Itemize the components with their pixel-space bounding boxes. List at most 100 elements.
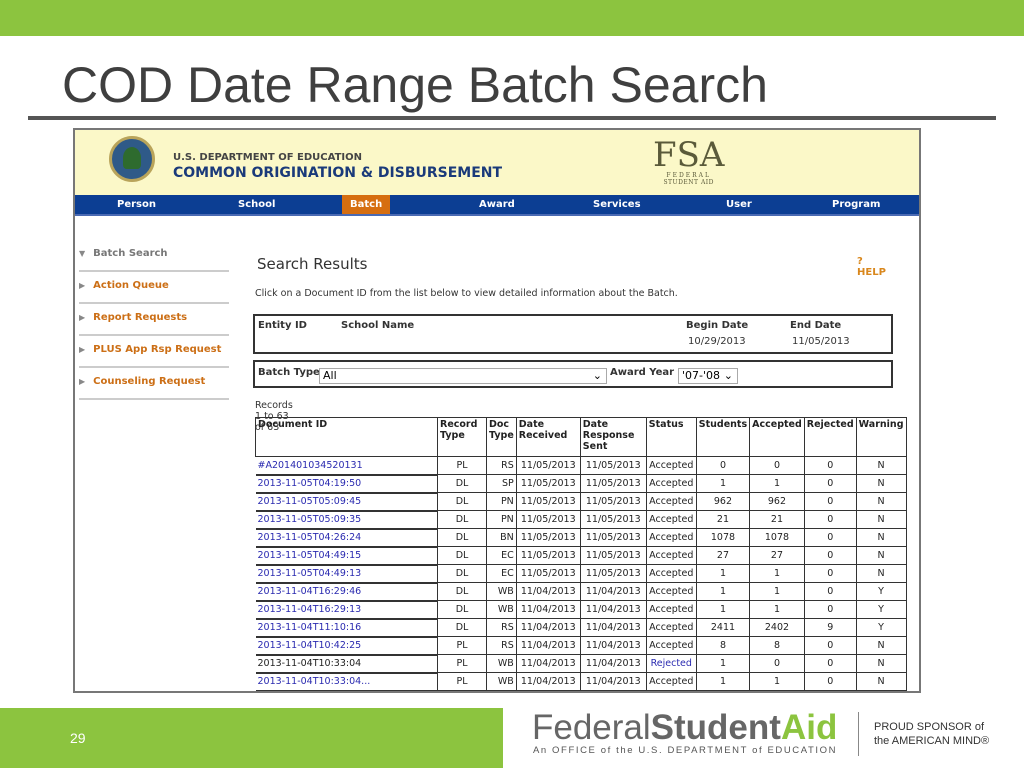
- document-id-link[interactable]: 2013-11-04T10:33:04...: [255, 672, 438, 691]
- table-cell: 0: [803, 564, 857, 583]
- document-id-link[interactable]: #A201401034520131: [255, 456, 438, 476]
- table-cell: RS: [486, 636, 517, 655]
- table-cell: 11/04/2013: [579, 636, 647, 655]
- table-cell: 11/05/2013: [515, 492, 581, 511]
- triangle-right-icon: ▶: [79, 377, 86, 386]
- document-id-link[interactable]: 2013-11-04T16:29:46: [255, 582, 438, 602]
- document-id-link[interactable]: 2013-11-05T04:49:13: [255, 564, 438, 584]
- column-header: Warning: [855, 417, 907, 457]
- table-row: 2013-11-04T10:42:25 PL RS 11/04/2013 11/04/2…: [255, 636, 907, 656]
- table-row: #A201401034520131 PL RS 11/05/2013 11/05/201…: [255, 456, 907, 476]
- document-id-link[interactable]: 2013-11-05T04:49:15: [255, 546, 438, 566]
- nav-services[interactable]: Services: [593, 199, 641, 210]
- table-cell: DL: [437, 600, 487, 619]
- table-cell: 1: [749, 474, 805, 493]
- begin-date-label: Begin Date: [686, 320, 749, 331]
- table-row: 2013-11-05T05:09:35 DL PN 11/05/2013 11/05/2…: [255, 510, 907, 530]
- table-row: 2013-11-04T10:33:04 PL WB 11/04/2013 11/04/2…: [255, 654, 907, 674]
- office-tagline: An OFFICE of the U.S. DEPARTMENT of EDUC…: [533, 745, 838, 756]
- sidebar-item[interactable]: ▼ Batch Search: [79, 240, 229, 272]
- table-cell: N: [855, 564, 907, 583]
- department-name: U.S. DEPARTMENT OF EDUCATION: [173, 152, 362, 163]
- table-row: 2013-11-05T04:19:50 DL SP 11/05/2013 11/05/2…: [255, 474, 907, 494]
- batch-type-select[interactable]: All ⌄: [319, 368, 607, 384]
- table-cell: DL: [437, 582, 487, 601]
- table-cell: 11/05/2013: [515, 564, 581, 583]
- nav-program[interactable]: Program: [832, 199, 880, 210]
- triangle-right-icon: ▶: [79, 345, 86, 354]
- sidebar: ▼ Batch Search ▶ Action Queue ▶ Report Reques…: [79, 240, 229, 400]
- document-id-link[interactable]: 2013-11-05T05:09:45: [255, 492, 438, 512]
- nav-award[interactable]: Award: [479, 199, 515, 210]
- end-date-label: End Date: [790, 320, 842, 331]
- table-cell: 11/04/2013: [579, 654, 647, 673]
- table-cell: DL: [437, 510, 487, 529]
- table-cell: 11/04/2013: [515, 600, 581, 619]
- column-header: Doc Type: [486, 417, 517, 457]
- award-year-select[interactable]: '07-'08 ⌄: [678, 368, 738, 384]
- sidebar-item[interactable]: ▶ Report Requests: [79, 304, 229, 336]
- table-cell: N: [855, 528, 907, 547]
- sidebar-item[interactable]: ▶ Action Queue: [79, 272, 229, 304]
- table-cell: EC: [486, 564, 517, 583]
- sidebar-item[interactable]: ▶ Counseling Request: [79, 368, 229, 400]
- table-cell: 11/05/2013: [579, 492, 647, 511]
- chevron-down-icon: ⌄: [723, 369, 733, 382]
- document-id-link[interactable]: 2013-11-05T04:19:50: [255, 474, 438, 494]
- column-header: Date Response Sent: [579, 417, 647, 457]
- column-header: Document ID: [255, 417, 438, 457]
- table-cell: 0: [803, 510, 857, 529]
- table-cell: WB: [486, 672, 517, 691]
- table-cell: N: [855, 672, 907, 691]
- table-cell: 1: [695, 654, 751, 673]
- table-cell: 11/04/2013: [515, 582, 581, 601]
- table-cell: N: [855, 546, 907, 565]
- top-accent-bar: [0, 0, 1024, 36]
- document-id-link[interactable]: 2013-11-05T05:09:35: [255, 510, 438, 530]
- nav-batch[interactable]: Batch: [342, 195, 391, 214]
- table-cell: DL: [437, 528, 487, 547]
- document-id-link[interactable]: 2013-11-04T11:10:16: [255, 618, 438, 638]
- sidebar-item[interactable]: ▶ PLUS App Rsp Request: [79, 336, 229, 368]
- help-icon: ?: [857, 256, 863, 267]
- table-cell: 9: [803, 618, 857, 637]
- table-cell: 0: [803, 600, 857, 619]
- nav-user[interactable]: User: [726, 199, 752, 210]
- status-link[interactable]: Rejected: [645, 654, 697, 673]
- page-number: 29: [70, 730, 86, 746]
- table-cell: DL: [437, 546, 487, 565]
- table-row: 2013-11-04T10:33:04... PL WB 11/04/2013 11/0…: [255, 672, 907, 691]
- table-cell: Y: [855, 582, 907, 601]
- table-cell: DL: [437, 618, 487, 637]
- column-header: Date Received: [515, 417, 581, 457]
- table-cell: 11/05/2013: [579, 564, 647, 583]
- table-cell: Accepted: [645, 528, 697, 547]
- table-cell: 1: [749, 672, 805, 691]
- table-cell: 11/05/2013: [515, 456, 581, 475]
- table-cell: 27: [695, 546, 751, 565]
- filter-box: Batch Type All ⌄ Award Year '07-'08 ⌄: [253, 360, 893, 388]
- nav-person[interactable]: Person: [117, 199, 156, 210]
- help-link[interactable]: ?HELP: [857, 256, 886, 278]
- document-id-link[interactable]: 2013-11-05T04:26:24: [255, 528, 438, 548]
- table-cell: PL: [437, 636, 487, 655]
- table-cell: 0: [695, 456, 751, 475]
- column-header: Status: [645, 417, 697, 457]
- document-id-link[interactable]: 2013-11-04T16:29:13: [255, 600, 438, 620]
- table-cell: Accepted: [645, 456, 697, 475]
- nav-school[interactable]: School: [238, 199, 275, 210]
- document-id-link: 2013-11-04T10:33:04: [255, 654, 438, 674]
- table-cell: 11/05/2013: [579, 546, 647, 565]
- table-cell: 0: [803, 654, 857, 673]
- table-row: 2013-11-05T05:09:45 DL PN 11/05/2013 11/05/2…: [255, 492, 907, 512]
- table-cell: Accepted: [645, 492, 697, 511]
- system-name: COMMON ORIGINATION & DISBURSEMENT: [173, 165, 503, 181]
- table-cell: 11/04/2013: [579, 672, 647, 691]
- table-cell: PL: [437, 456, 487, 475]
- table-cell: 11/04/2013: [515, 672, 581, 691]
- table-cell: EC: [486, 546, 517, 565]
- document-id-link[interactable]: 2013-11-04T10:42:25: [255, 636, 438, 656]
- table-row: 2013-11-04T16:29:46 DL WB 11/04/2013 11/04/2…: [255, 582, 907, 602]
- table-cell: N: [855, 474, 907, 493]
- table-cell: 1078: [695, 528, 751, 547]
